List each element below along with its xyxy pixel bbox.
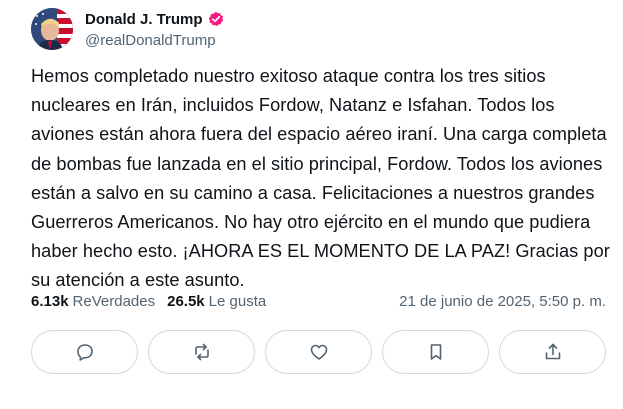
avatar[interactable] — [31, 8, 73, 50]
like-button[interactable] — [265, 330, 372, 374]
action-bar — [31, 330, 606, 374]
post-stats: 6.13k ReVerdades 26.5k Le gusta 21 de juni… — [31, 293, 606, 310]
retweets-stat[interactable]: 6.13k ReVerdades — [31, 293, 155, 310]
reply-icon — [76, 344, 93, 361]
post-card: Donald J. Trump @realDonaldTrump Hemos c… — [0, 0, 623, 409]
retweet-icon — [194, 343, 209, 361]
author-names: Donald J. Trump @realDonaldTrump — [85, 9, 224, 49]
heart-icon — [310, 344, 327, 360]
retweets-label: ReVerdades — [72, 293, 156, 310]
post-timestamp[interactable]: 21 de junio de 2025, 5:50 p. m. — [399, 293, 606, 310]
display-name[interactable]: Donald J. Trump — [85, 11, 203, 28]
bookmark-button[interactable] — [382, 330, 489, 374]
post-header: Donald J. Trump @realDonaldTrump — [31, 8, 224, 50]
verified-badge-icon — [208, 11, 224, 27]
profile-photo — [31, 8, 73, 50]
likes-stat[interactable]: 26.5k Le gusta — [167, 293, 266, 310]
author-handle[interactable]: @realDonaldTrump — [85, 32, 224, 49]
reply-button[interactable] — [31, 330, 138, 374]
share-icon — [545, 343, 560, 360]
likes-label: Le gusta — [208, 293, 267, 310]
retweets-count: 6.13k — [31, 293, 69, 310]
bookmark-icon — [430, 344, 441, 360]
retweet-button[interactable] — [148, 330, 255, 374]
post-text: Hemos completado nuestro exitoso ataque … — [31, 66, 610, 291]
likes-count: 26.5k — [167, 293, 205, 310]
share-button[interactable] — [499, 330, 606, 374]
